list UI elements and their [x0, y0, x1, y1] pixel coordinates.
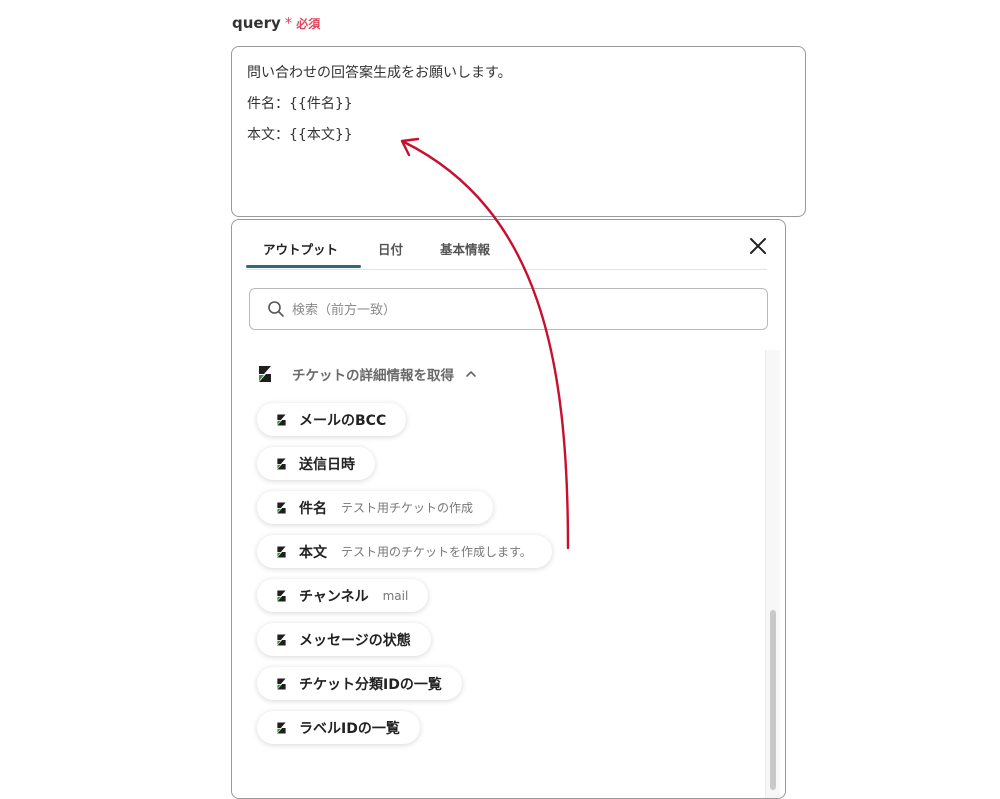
output-item-channel[interactable]: チャンネル mail [257, 579, 429, 612]
zendesk-logo-icon [259, 366, 271, 382]
zendesk-logo-icon [277, 414, 286, 425]
item-label: 送信日時 [299, 456, 355, 473]
search-input[interactable] [290, 297, 734, 323]
tab-basic-info[interactable]: 基本情報 [440, 239, 490, 258]
zendesk-logo-icon [277, 722, 286, 733]
output-item-subject[interactable]: 件名 テスト用チケットの作成 [257, 491, 494, 524]
tab-output[interactable]: アウトプット [263, 239, 338, 258]
zendesk-logo-icon [277, 678, 286, 689]
variable-picker-panel: アウトプット 日付 基本情報 チケットの詳細情報を取得 メールのBCC 送 [231, 219, 786, 799]
output-item-bcc[interactable]: メールのBCC [257, 403, 407, 436]
query-line: 問い合わせの回答案生成をお願いします。 [247, 65, 512, 81]
query-field-label: query * 必須 [232, 14, 320, 32]
scrollbar-thumb[interactable] [770, 610, 776, 790]
zendesk-logo-icon [277, 546, 286, 557]
item-label: メッセージの状態 [299, 632, 411, 649]
query-textarea[interactable]: 問い合わせの回答案生成をお願いします。 件名：{{件名}} 本文：{{本文}} [231, 46, 806, 217]
item-label: 件名 [299, 500, 327, 517]
item-label: チケット分類IDの一覧 [299, 676, 442, 693]
search-field[interactable] [249, 288, 768, 330]
required-mark: * [284, 14, 293, 32]
search-icon [268, 301, 284, 317]
item-label: チャンネル [299, 588, 369, 605]
tab-bar: アウトプット 日付 基本情報 [246, 220, 767, 270]
query-line: 本文：{{本文}} [247, 127, 353, 143]
close-icon[interactable] [747, 235, 769, 257]
zendesk-logo-icon [277, 502, 286, 513]
item-label: ラベルIDの一覧 [299, 720, 400, 737]
output-item-sent-date[interactable]: 送信日時 [257, 447, 375, 480]
field-name: query [232, 14, 281, 32]
section-title: チケットの詳細情報を取得 [292, 368, 454, 384]
zendesk-logo-icon [277, 458, 286, 469]
item-value: テスト用のチケットを作成します。 [341, 545, 532, 559]
item-label: 本文 [299, 544, 327, 561]
item-value: mail [382, 588, 409, 603]
chevron-up-icon [466, 371, 476, 377]
query-line: 件名：{{件名}} [247, 96, 353, 112]
output-item-body[interactable]: 本文 テスト用のチケットを作成します。 [257, 535, 552, 568]
zendesk-logo-icon [277, 590, 286, 601]
zendesk-logo-icon [277, 634, 286, 645]
output-item-message-status[interactable]: メッセージの状態 [257, 623, 431, 656]
required-badge: 必須 [296, 17, 321, 31]
active-tab-indicator [246, 265, 361, 268]
tab-date[interactable]: 日付 [378, 239, 403, 258]
output-item-label-ids[interactable]: ラベルIDの一覧 [257, 711, 420, 744]
section-toggle[interactable]: チケットの詳細情報を取得 [257, 364, 477, 384]
output-item-category-ids[interactable]: チケット分類IDの一覧 [257, 667, 462, 700]
item-value: テスト用チケットの作成 [341, 501, 474, 515]
item-label: メールのBCC [299, 412, 387, 429]
